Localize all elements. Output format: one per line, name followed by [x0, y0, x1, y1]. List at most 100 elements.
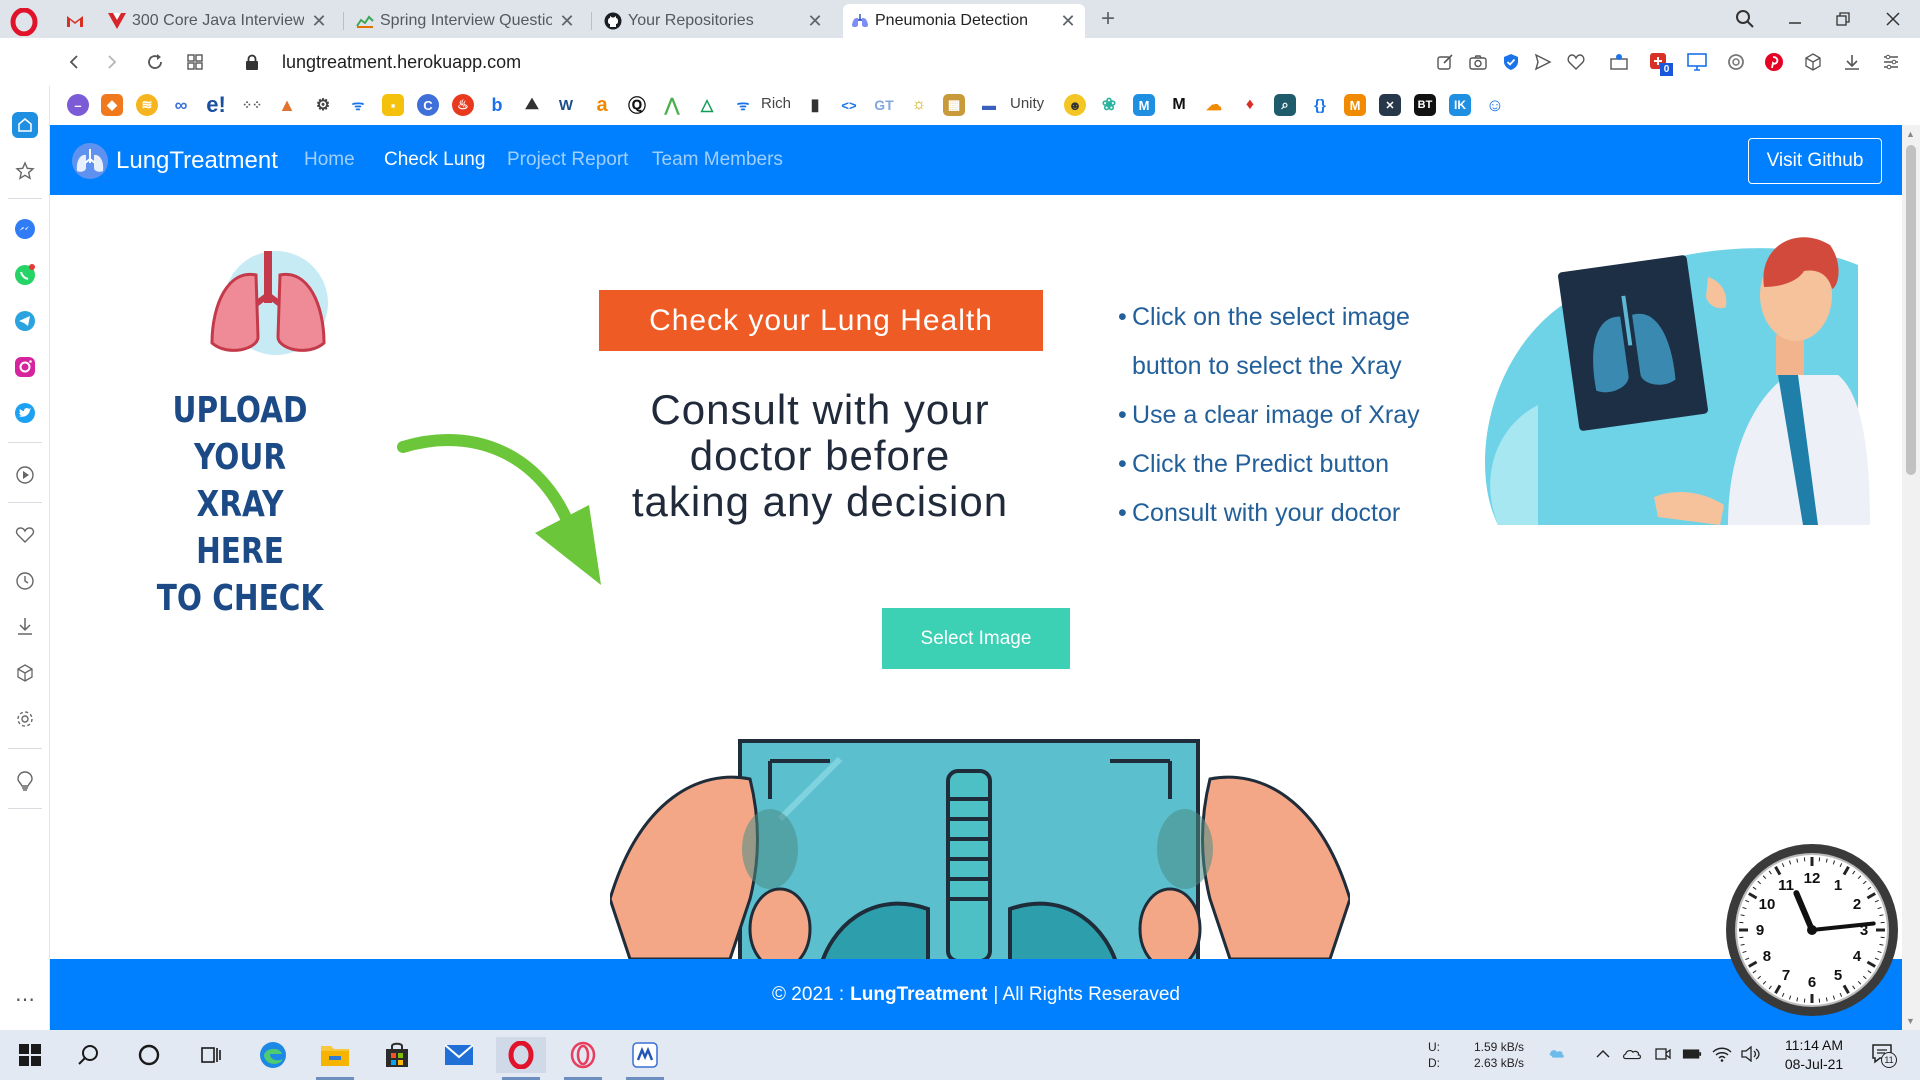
bookmark-ik-icon[interactable]: IK — [1449, 94, 1471, 116]
bookmark-sun-icon[interactable]: ☼ — [908, 94, 930, 116]
tab-java-interview[interactable]: 300 Core Java Interview Qu ✕ — [100, 4, 336, 38]
bookmark-gt-icon[interactable]: GT — [873, 94, 895, 116]
download-icon[interactable] — [1841, 51, 1863, 73]
bookmark-code-icon[interactable]: <> — [838, 94, 860, 116]
close-tab-icon[interactable]: ✕ — [1059, 11, 1077, 31]
select-image-button[interactable]: Select Image — [882, 608, 1070, 669]
bookmark-unity-label[interactable]: Unity — [1010, 95, 1044, 112]
volume-icon[interactable] — [1741, 1044, 1761, 1064]
edge-icon[interactable] — [248, 1037, 298, 1073]
bookmark-wifi-icon[interactable]: ᯤ — [347, 94, 369, 116]
weather-tray-icon[interactable] — [1548, 1044, 1568, 1064]
bookmark-doc-icon[interactable]: ▮ — [804, 94, 826, 116]
bookmark-infinity-icon[interactable]: ∞ — [170, 94, 192, 116]
opera-menu-icon[interactable] — [10, 8, 38, 36]
bookmark-keep-icon[interactable]: ▪ — [382, 94, 404, 116]
settings-icon[interactable] — [12, 706, 38, 732]
nav-home[interactable]: Home — [304, 149, 355, 171]
bookmark-fire-icon[interactable]: ♦ — [1239, 94, 1261, 116]
new-tab-button[interactable]: + — [1096, 5, 1120, 33]
close-window-icon[interactable] — [1880, 6, 1906, 32]
player-icon[interactable] — [12, 462, 38, 488]
meet-now-icon[interactable] — [1652, 1044, 1672, 1064]
heart-icon[interactable] — [1565, 51, 1587, 73]
show-hidden-icons[interactable] — [1593, 1044, 1613, 1064]
opera-gx-icon[interactable] — [558, 1037, 608, 1080]
page-scrollbar[interactable]: ▲ ▼ — [1902, 125, 1920, 1030]
start-icon[interactable] — [5, 1037, 55, 1073]
bookmark-mountain-icon[interactable]: ⛰ — [521, 94, 543, 116]
url-field[interactable]: lungtreatment.herokuapp.com — [282, 52, 521, 73]
extension-icon[interactable]: 0 — [1648, 51, 1673, 76]
telegram-icon[interactable] — [12, 308, 38, 334]
reload-icon[interactable] — [143, 50, 167, 74]
close-tab-icon[interactable]: ✕ — [310, 11, 328, 31]
home-icon[interactable] — [12, 112, 38, 138]
bookmark-braces-icon[interactable]: {} — [1309, 94, 1331, 116]
cortana-icon[interactable] — [124, 1037, 174, 1073]
forward-icon[interactable] — [100, 50, 124, 74]
task-view-icon[interactable] — [186, 1037, 236, 1073]
edit-icon[interactable] — [1434, 51, 1456, 73]
nav-check-lung[interactable]: Check Lung — [384, 149, 485, 171]
bookmark-rich-icon[interactable]: ᯤ — [732, 94, 754, 116]
tab-search-icon[interactable] — [1732, 6, 1758, 32]
bookmark-dots-icon[interactable]: ⁘⁘ — [241, 94, 263, 116]
heart-sidebar-icon[interactable] — [12, 522, 38, 548]
bookmark-amazon-icon[interactable]: a — [591, 94, 613, 116]
send-icon[interactable] — [1532, 51, 1554, 73]
mail-icon[interactable] — [434, 1037, 484, 1073]
bookmark-smiley-icon[interactable]: ☺ — [1484, 94, 1506, 116]
bookmark-swirl-icon[interactable]: ❀ — [1098, 94, 1120, 116]
bookmark-flame-icon[interactable]: ♨ — [452, 94, 474, 116]
bookmark-1-icon[interactable]: – — [67, 94, 89, 116]
bookmark-drive-icon[interactable]: △ — [696, 94, 718, 116]
bookmark-bing-icon[interactable]: b — [486, 94, 508, 116]
lock-icon[interactable] — [240, 50, 264, 74]
shield-icon[interactable] — [1500, 51, 1522, 73]
bookmark-matlab-icon[interactable]: ▲ — [276, 94, 298, 116]
scrollbar-thumb[interactable] — [1906, 145, 1916, 475]
history-icon[interactable] — [12, 568, 38, 594]
whatsapp-icon[interactable] — [12, 262, 38, 288]
bookmark-m-blue-icon[interactable]: M — [1133, 94, 1155, 116]
bookmark-medium-icon[interactable]: M — [1168, 94, 1190, 116]
downloads-sidebar-icon[interactable] — [12, 613, 38, 639]
lightbulb-icon[interactable] — [12, 768, 38, 794]
bookmark-smile-icon[interactable]: ☻ — [1064, 94, 1086, 116]
bookmark-e-icon[interactable]: e! — [205, 92, 227, 117]
instagram-icon[interactable] — [12, 354, 38, 380]
taskbar-clock[interactable]: 11:14 AM 08-Jul-21 — [1774, 1036, 1854, 1074]
bookmark-2-icon[interactable]: ◆ — [101, 94, 123, 116]
vpn-icon[interactable] — [1608, 51, 1630, 73]
bookmark-unity-icon[interactable]: ▬ — [978, 94, 1000, 116]
star-icon[interactable] — [12, 158, 38, 184]
visit-github-button[interactable]: Visit Github — [1748, 138, 1882, 184]
camera-icon[interactable] — [1467, 51, 1489, 73]
wifi-icon[interactable] — [1712, 1044, 1732, 1064]
app-taskbar-icon[interactable] — [620, 1037, 670, 1080]
close-tab-icon[interactable]: ✕ — [806, 11, 824, 31]
cube-sidebar-icon[interactable] — [12, 660, 38, 686]
ring-icon[interactable] — [1725, 51, 1747, 73]
bookmark-search-icon[interactable]: ⌕ — [1274, 94, 1296, 116]
battery-icon[interactable] — [1682, 1044, 1702, 1064]
bookmark-gear-icon[interactable]: ⚙ — [312, 94, 334, 116]
bookmark-w-icon[interactable]: W — [555, 94, 577, 116]
nav-project-report[interactable]: Project Report — [507, 149, 628, 171]
bookmark-3-icon[interactable]: ≋ — [136, 94, 158, 116]
cube-icon[interactable] — [1802, 51, 1824, 73]
screen-icon[interactable] — [1686, 51, 1708, 73]
tab-gmail[interactable] — [58, 4, 92, 38]
notification-center-icon[interactable]: 11 — [1870, 1041, 1897, 1068]
nav-team-members[interactable]: Team Members — [652, 149, 783, 171]
bookmark-bt-icon[interactable]: BT — [1414, 94, 1436, 116]
store-icon[interactable] — [372, 1037, 422, 1073]
file-explorer-icon[interactable] — [310, 1037, 360, 1080]
onedrive-icon[interactable] — [1622, 1044, 1642, 1064]
tab-pneumonia-detection[interactable]: Pneumonia Detection ✕ — [843, 4, 1085, 38]
easy-setup-icon[interactable] — [1880, 51, 1902, 73]
bookmark-x-icon[interactable]: ✕ — [1379, 94, 1401, 116]
speed-dial-icon[interactable] — [183, 50, 207, 74]
analog-clock-widget[interactable]: 12 1234567891011 — [1722, 840, 1902, 1020]
